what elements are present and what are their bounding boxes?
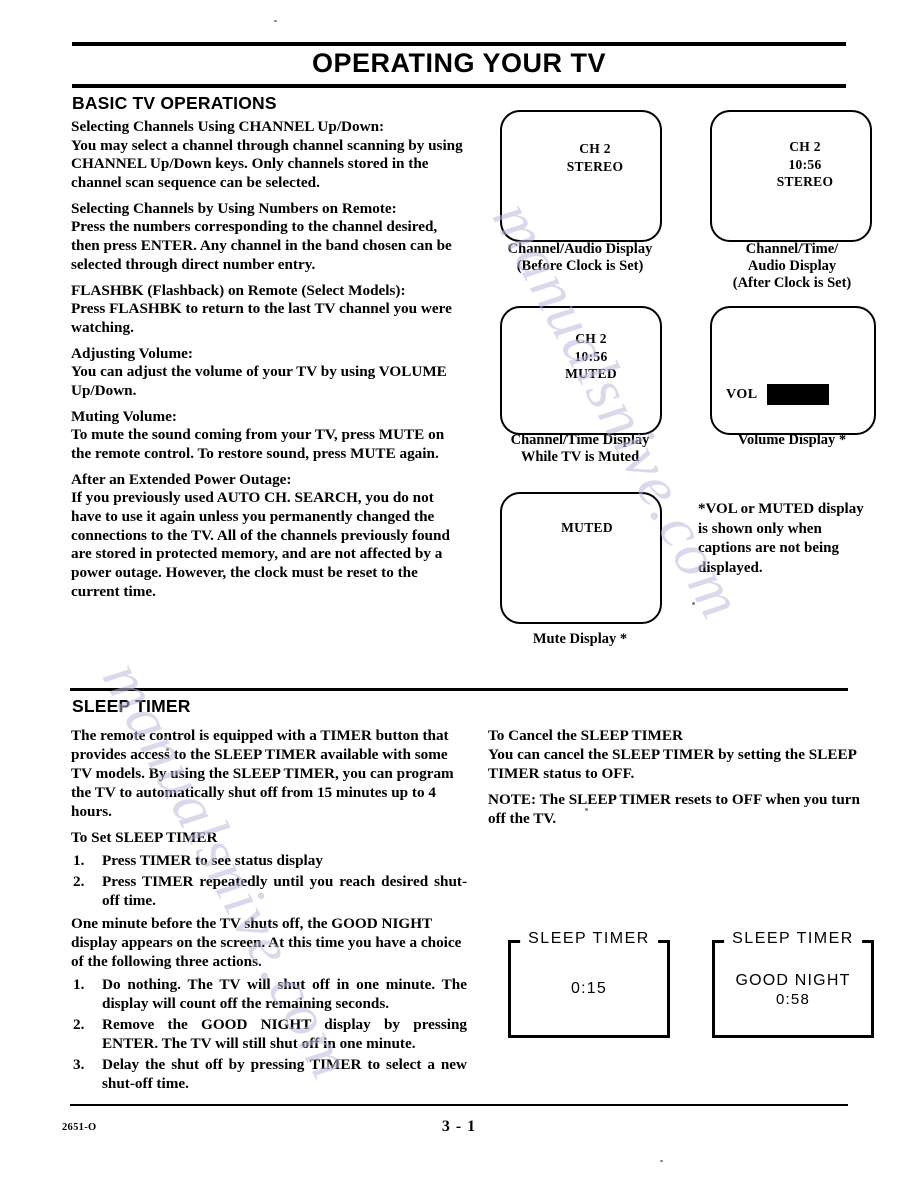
volume-label: VOL <box>726 386 758 402</box>
caption-channel-time-audio-display: Channel/Time/ Audio Display (After Clock… <box>682 241 902 292</box>
list-item: 1. Press TIMER to see status display <box>71 851 467 870</box>
block-heading-selecting-channels-updown: Selecting Channels Using CHANNEL Up/Down… <box>71 118 385 135</box>
caption-line-2: While TV is Muted <box>520 449 640 466</box>
list-item-number: 2. <box>73 873 85 890</box>
block-body-selecting-channels-numbers: Press the numbers corresponding to the c… <box>71 218 452 273</box>
list-item-number: 1. <box>73 976 85 993</box>
caption-channel-audio-display: Channel/Audio Display (Before Clock is S… <box>470 241 690 275</box>
sleep-timer-screen-body: 0:15 <box>511 979 667 999</box>
scan-speckle <box>166 748 169 751</box>
cancel-sleep-timer-heading: To Cancel the SLEEP TIMER <box>488 727 683 744</box>
osd-line-audio: STEREO <box>776 174 834 190</box>
osd-line-audio: STEREO <box>566 158 624 174</box>
caption-line-1: Mute Display * <box>532 631 628 647</box>
tv-screen-channel-audio: CH 2 STEREO <box>500 110 662 242</box>
caption-volume-display: Volume Display * <box>682 432 902 449</box>
tv-screen-text-channel-time-muted: CH 2 10:56 MUTED <box>512 330 670 383</box>
scan-speckle <box>274 20 277 22</box>
tv-screen-volume: VOL <box>710 306 876 435</box>
list-item-text: Remove the GOOD NIGHT display by pressin… <box>102 1016 467 1052</box>
sleep-timer-screen-legend: SLEEP TIMER <box>520 930 658 948</box>
list-item: 2. Press TIMER repeatedly until you reac… <box>71 872 467 910</box>
sleep-timer-note: NOTE: The SLEEP TIMER resets to OFF when… <box>488 791 860 827</box>
block-body-flashbk: Press FLASHBK to return to the last TV c… <box>71 300 452 336</box>
osd-line-2: 0:58 <box>776 991 810 1008</box>
sleep-timer-set-heading: To Set SLEEP TIMER <box>71 829 218 846</box>
scan-speckle <box>660 1160 663 1162</box>
caption-line-1: Volume Display * <box>737 432 847 448</box>
header-rule-bottom <box>72 84 846 88</box>
list-item: 1. Do nothing. The TV will shut off in o… <box>71 975 467 1013</box>
osd-line-channel: CH 2 <box>575 331 607 346</box>
osd-line-1: 0:15 <box>571 980 607 997</box>
osd-line-muted: MUTED <box>561 520 613 535</box>
osd-line-channel: CH 2 <box>789 139 821 154</box>
caption-mute-display: Mute Display * <box>470 631 690 648</box>
osd-line-time: 10:56 <box>574 348 608 364</box>
document-page: OPERATING YOUR TV BASIC TV OPERATIONS Se… <box>0 0 918 1188</box>
osd-line-muted: MUTED <box>565 366 617 382</box>
sleep-timer-set-steps: 1. Press TIMER to see status display 2. … <box>71 851 467 910</box>
osd-line-time: 10:56 <box>788 156 822 172</box>
tv-screen-channel-time-audio: CH 2 10:56 STEREO <box>710 110 872 242</box>
basic-operations-text-column: Selecting Channels Using CHANNEL Up/Down… <box>71 118 467 605</box>
block-body-selecting-channels-updown: You may select a channel through channel… <box>71 136 463 192</box>
caption-line-2: (Before Clock is Set) <box>516 258 644 275</box>
volume-osd-row: VOL <box>726 384 829 405</box>
good-night-intro: One minute before the TV shuts off, the … <box>71 915 462 970</box>
osd-line-1: GOOD NIGHT <box>735 972 851 989</box>
sleep-timer-screen-good-night: SLEEP TIMER GOOD NIGHT 0:58 <box>712 930 874 1038</box>
caption-line-1: Channel/Time/ <box>745 241 839 257</box>
sleep-timer-left-column: The remote control is equipped with a TI… <box>71 726 467 1097</box>
section-heading-basic-tv-operations: BASIC TV OPERATIONS <box>72 93 277 113</box>
sleep-timer-screen-countdown: SLEEP TIMER 0:15 <box>508 930 670 1038</box>
caption-line-2: Audio Display <box>747 258 837 275</box>
block-heading-power-outage: After an Extended Power Outage: <box>71 470 292 488</box>
sleep-timer-action-steps: 1. Do nothing. The TV will shut off in o… <box>71 975 467 1093</box>
cancel-sleep-timer-body: You can cancel the SLEEP TIMER by settin… <box>488 746 857 782</box>
tv-screen-channel-time-muted: CH 2 10:56 MUTED <box>500 306 662 435</box>
volume-level-bar-icon <box>766 384 829 405</box>
page-title: OPERATING YOUR TV <box>311 48 607 78</box>
list-item: 2. Remove the GOOD NIGHT display by pres… <box>71 1015 467 1053</box>
block-heading-muting-volume: Muting Volume: <box>71 407 177 425</box>
list-item-text: Press TIMER to see status display <box>102 852 323 869</box>
caption-channel-time-muted-display: Channel/Time Display While TV is Muted <box>470 432 690 466</box>
tv-screen-text-channel-time-audio: CH 2 10:56 STEREO <box>726 138 884 191</box>
section-divider-rule <box>70 688 848 691</box>
sleep-timer-screen-legend: SLEEP TIMER <box>724 930 862 948</box>
tv-screen-mute: MUTED <box>500 492 662 624</box>
osd-line-channel: CH 2 <box>579 141 611 156</box>
list-item-text: Do nothing. The TV will shut off in one … <box>102 976 467 1012</box>
list-item: 3. Delay the shut off by pressing TIMER … <box>71 1055 467 1093</box>
block-heading-selecting-channels-numbers: Selecting Channels by Using Numbers on R… <box>71 199 397 217</box>
list-item-number: 2. <box>73 1016 85 1033</box>
tv-screen-text-channel-audio: CH 2 STEREO <box>516 140 674 175</box>
list-item-text: Delay the shut off by pressing TIMER to … <box>102 1056 467 1092</box>
block-heading-adjusting-volume: Adjusting Volume: <box>71 344 193 362</box>
block-body-power-outage: If you previously used AUTO CH. SEARCH, … <box>71 489 450 600</box>
header-rule-top <box>72 42 846 46</box>
block-body-muting-volume: To mute the sound coming from your TV, p… <box>71 426 445 462</box>
footnote-text: *VOL or MUTED display is shown only when… <box>698 501 864 576</box>
sleep-timer-right-column: To Cancel the SLEEP TIMER You can cancel… <box>488 726 868 831</box>
caption-line-3: (After Clock is Set) <box>732 275 852 292</box>
displays-footnote: *VOL or MUTED display is shown only when… <box>698 500 868 578</box>
list-item-text: Press TIMER repeatedly until you reach d… <box>102 873 467 909</box>
caption-line-1: Channel/Time Display <box>510 432 650 448</box>
sleep-timer-intro: The remote control is equipped with a TI… <box>71 727 454 820</box>
section-heading-sleep-timer: SLEEP TIMER <box>72 696 191 716</box>
sleep-timer-screen-body: GOOD NIGHT 0:58 <box>715 971 871 1010</box>
block-heading-flashbk: FLASHBK (Flashback) on Remote (Select Mo… <box>71 281 406 299</box>
caption-line-1: Channel/Audio Display <box>507 241 653 257</box>
block-body-adjusting-volume: You can adjust the volume of your TV by … <box>71 363 447 399</box>
footer-rule <box>70 1104 848 1106</box>
list-item-number: 1. <box>73 852 85 869</box>
list-item-number: 3. <box>73 1056 85 1073</box>
tv-screen-text-mute: MUTED <box>508 519 666 537</box>
scan-speckle <box>585 808 588 811</box>
footer-page-number: 3 - 1 <box>441 1118 477 1135</box>
scan-speckle <box>692 602 695 605</box>
